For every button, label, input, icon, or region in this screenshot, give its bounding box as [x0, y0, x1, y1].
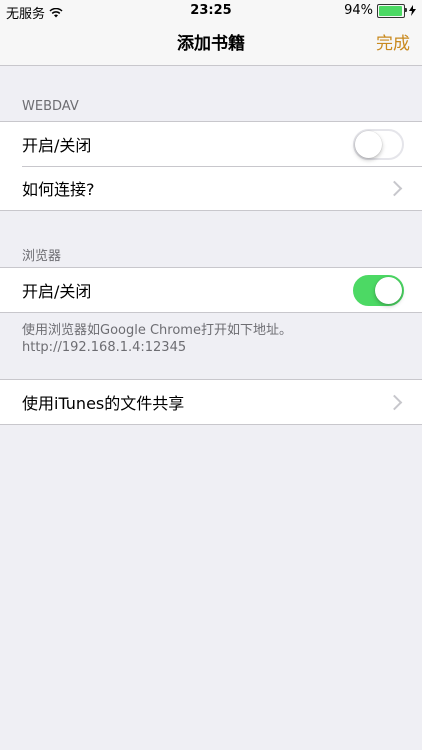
itunes-sharing-label: 使用iTunes的文件共享 — [22, 394, 185, 413]
webdav-toggle-label: 开启/关闭 — [22, 136, 92, 155]
browser-toggle-switch[interactable] — [353, 274, 404, 306]
toggle-knob — [375, 276, 402, 304]
webdav-howto-row[interactable]: 如何连接? — [0, 166, 422, 210]
status-bar: 无服务 23:25 94% — [0, 0, 422, 22]
charging-bolt-icon — [409, 5, 416, 16]
nav-bar: 添加书籍 完成 — [0, 22, 422, 66]
status-right: 94% — [344, 3, 416, 18]
chevron-right-icon — [386, 394, 403, 410]
toggle-knob — [355, 130, 382, 158]
itunes-sharing-row[interactable]: 使用iTunes的文件共享 — [0, 380, 422, 424]
browser-address: http://192.168.1.4:12345 — [22, 340, 187, 355]
webdav-group: 开启/关闭 如何连接? — [0, 121, 422, 211]
browser-toggle-row: 开启/关闭 — [0, 268, 422, 312]
browser-note: 使用浏览器如Google Chrome打开如下地址。 http://192.16… — [22, 322, 292, 356]
webdav-section-header: WEBDAV — [22, 99, 79, 114]
itunes-group: 使用iTunes的文件共享 — [0, 379, 422, 425]
page-title: 添加书籍 — [177, 34, 245, 54]
battery-fill — [379, 5, 402, 16]
done-button[interactable]: 完成 — [376, 22, 410, 66]
chevron-right-icon — [386, 180, 403, 196]
browser-note-line1: 使用浏览器如Google Chrome打开如下地址。 — [22, 323, 292, 338]
browser-group: 开启/关闭 — [0, 267, 422, 313]
browser-section-header: 浏览器 — [22, 249, 62, 264]
webdav-toggle-switch[interactable] — [353, 128, 404, 160]
battery-cap — [405, 7, 407, 12]
browser-toggle-label: 开启/关闭 — [22, 282, 92, 301]
battery-percent: 94% — [344, 3, 373, 18]
webdav-toggle-row: 开启/关闭 — [0, 122, 422, 166]
battery-icon — [377, 3, 407, 18]
webdav-howto-label: 如何连接? — [22, 180, 95, 199]
